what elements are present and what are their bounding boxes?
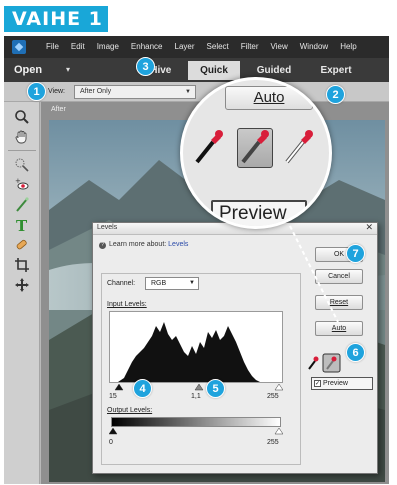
auto-button-label: Auto bbox=[331, 325, 347, 332]
zoom-tool-icon[interactable] bbox=[13, 108, 31, 126]
input-white-value[interactable]: 255 bbox=[267, 393, 279, 400]
tab-expert[interactable]: Expert bbox=[308, 61, 364, 80]
open-dropdown-icon[interactable]: ▾ bbox=[66, 58, 70, 82]
menu-edit[interactable]: Edit bbox=[65, 36, 91, 58]
badge-1: 1 bbox=[27, 82, 46, 101]
levels-title: Levels bbox=[97, 224, 118, 231]
tool-divider bbox=[8, 150, 36, 151]
view-label: View: bbox=[48, 88, 65, 95]
badge-5: 5 bbox=[206, 379, 225, 398]
tab-quick[interactable]: Quick bbox=[188, 61, 240, 80]
badge-4: 4 bbox=[133, 379, 152, 398]
output-values: 0 255 bbox=[109, 439, 283, 449]
learn-more-text: Learn more about: bbox=[109, 241, 167, 248]
menu-view[interactable]: View bbox=[265, 36, 294, 58]
output-levels-label-text: Output Levels: bbox=[107, 407, 153, 414]
badge-7: 7 bbox=[346, 244, 365, 263]
hand-tool-icon[interactable] bbox=[13, 128, 31, 146]
badge-6: 6 bbox=[346, 343, 365, 362]
eyedropper-group bbox=[305, 353, 349, 373]
app-logo-icon bbox=[12, 40, 26, 54]
view-select-value: After Only bbox=[80, 88, 112, 95]
white-point-slider[interactable] bbox=[274, 383, 284, 391]
chevron-down-icon: ▼ bbox=[189, 280, 195, 286]
menu-select[interactable]: Select bbox=[201, 36, 235, 58]
input-levels-label: Input Levels: bbox=[107, 301, 147, 308]
view-select[interactable]: After Only ▼ bbox=[74, 85, 196, 99]
menu-bar: File Edit Image Enhance Layer Select Fil… bbox=[4, 36, 389, 58]
menu-items: File Edit Image Enhance Layer Select Fil… bbox=[40, 36, 363, 58]
red-eye-tool-icon[interactable]: + bbox=[13, 176, 31, 194]
histogram bbox=[109, 311, 283, 383]
close-icon[interactable]: ✕ bbox=[365, 222, 373, 233]
preview-checkbox[interactable]: ✓ Preview bbox=[311, 377, 373, 390]
preview-label: Preview bbox=[323, 380, 348, 387]
mode-bar: Open ▾ eHive Quick Guided Expert bbox=[4, 58, 389, 82]
zoom-preview-box: Preview bbox=[211, 200, 307, 226]
black-point-slider[interactable] bbox=[114, 383, 124, 391]
eyedropper-icons bbox=[308, 353, 341, 373]
menu-file[interactable]: File bbox=[40, 36, 65, 58]
learn-more-link[interactable]: Levels bbox=[168, 241, 188, 248]
move-tool-icon[interactable] bbox=[13, 276, 31, 294]
output-white-value[interactable]: 255 bbox=[267, 439, 279, 446]
reset-button-label: Reset bbox=[329, 299, 349, 306]
menu-help[interactable]: Help bbox=[334, 36, 362, 58]
input-levels-label-text: Input Levels: bbox=[107, 301, 147, 308]
output-gradient-bar bbox=[111, 417, 281, 427]
whiten-teeth-tool-icon[interactable] bbox=[13, 196, 31, 214]
step-title: VAIHE 1 bbox=[4, 6, 108, 32]
badge-3: 3 bbox=[136, 57, 155, 76]
output-black-value[interactable]: 0 bbox=[109, 439, 113, 446]
output-white-slider[interactable] bbox=[274, 427, 283, 435]
zoom-gray-eyedropper-icon bbox=[241, 130, 269, 164]
badge-2: 2 bbox=[326, 85, 345, 104]
type-tool-icon[interactable]: T bbox=[13, 216, 31, 235]
levels-dialog: Levels ✕ ? Learn more about: Levels OK Ca… bbox=[92, 222, 378, 474]
gamma-slider[interactable] bbox=[194, 383, 204, 391]
histogram-graph bbox=[110, 322, 282, 382]
after-label: After bbox=[51, 106, 66, 113]
output-black-slider[interactable] bbox=[109, 427, 118, 435]
reset-button[interactable]: Reset bbox=[315, 295, 363, 310]
auto-button[interactable]: Auto bbox=[315, 321, 363, 336]
learn-more-row: ? Learn more about: Levels bbox=[99, 241, 188, 249]
output-sliders bbox=[109, 427, 283, 435]
output-levels-label: Output Levels: bbox=[107, 407, 152, 414]
svg-text:T: T bbox=[16, 217, 28, 234]
menu-filter[interactable]: Filter bbox=[235, 36, 265, 58]
channel-label: Channel: bbox=[107, 280, 136, 287]
checkbox-checked-icon: ✓ bbox=[314, 379, 321, 387]
spot-healing-brush-icon[interactable] bbox=[13, 236, 31, 254]
menu-layer[interactable]: Layer bbox=[169, 36, 201, 58]
help-icon: ? bbox=[99, 242, 106, 249]
zoom-white-eyedropper-icon bbox=[285, 130, 313, 164]
menu-window[interactable]: Window bbox=[294, 36, 334, 58]
zoom-black-eyedropper-icon bbox=[195, 130, 223, 164]
input-gamma-value[interactable]: 1,1 bbox=[191, 393, 201, 400]
crop-tool-icon[interactable] bbox=[13, 256, 31, 274]
quick-selection-tool-icon[interactable] bbox=[13, 156, 31, 174]
open-button[interactable]: Open bbox=[14, 58, 42, 82]
cancel-button[interactable]: Cancel bbox=[315, 269, 363, 284]
input-black-value[interactable]: 15 bbox=[109, 393, 117, 400]
channel-select[interactable]: RGB ▼ bbox=[145, 277, 199, 290]
black-eyedropper-icon[interactable] bbox=[308, 356, 319, 370]
svg-text:+: + bbox=[15, 177, 21, 185]
menu-enhance[interactable]: Enhance bbox=[125, 36, 169, 58]
menu-image[interactable]: Image bbox=[91, 36, 125, 58]
channel-select-value: RGB bbox=[151, 280, 167, 287]
tool-panel: + T bbox=[4, 102, 40, 484]
zoom-magnifier: Auto Preview bbox=[180, 77, 332, 229]
